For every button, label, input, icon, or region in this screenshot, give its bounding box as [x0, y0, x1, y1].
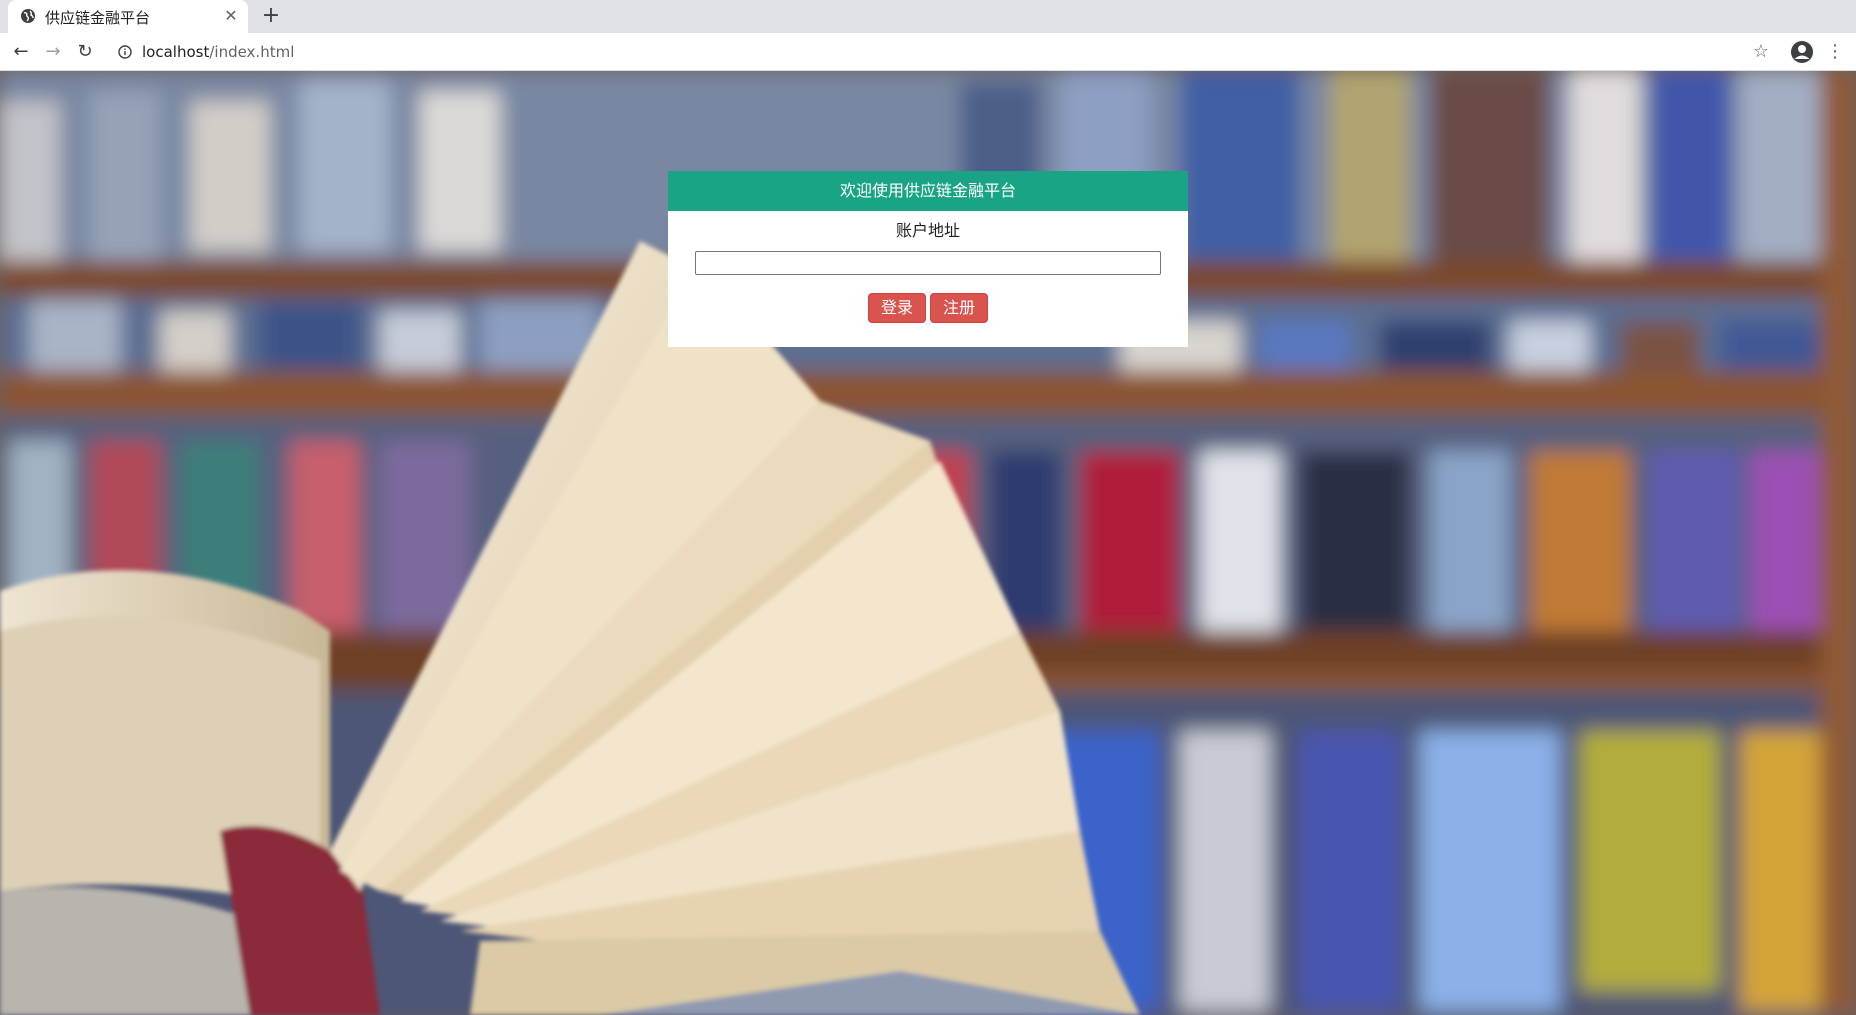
address-label: 账户地址: [895, 221, 960, 240]
url-host: localhost: [142, 43, 210, 61]
address-bar[interactable]: localhost/index.html: [108, 36, 1744, 68]
register-button[interactable]: 注册: [930, 293, 989, 323]
browser-toolbar: ← → ↻ localhost/index.html ☆ ⋮: [0, 33, 1856, 71]
browser-tab[interactable]: 供应链金融平台 ✕: [8, 0, 248, 33]
plus-icon[interactable]: +: [260, 5, 282, 28]
page-viewport: 欢迎使用供应链金融平台 账户地址 登录 注册: [0, 71, 1856, 1015]
url-text[interactable]: localhost/index.html: [142, 43, 294, 61]
info-icon[interactable]: [118, 45, 132, 59]
login-card-header: 欢迎使用供应链金融平台: [668, 171, 1188, 211]
account-icon[interactable]: [1790, 40, 1814, 64]
reload-icon[interactable]: ↻: [74, 41, 96, 63]
login-button[interactable]: 登录: [867, 293, 926, 323]
login-button-row: 登录 注册: [668, 293, 1188, 323]
arrow-left-icon[interactable]: ←: [10, 41, 32, 63]
tab-strip: 供应链金融平台 ✕ +: [0, 0, 1856, 33]
close-icon[interactable]: ✕: [222, 7, 240, 25]
tab-title: 供应链金融平台: [45, 9, 151, 27]
login-card: 欢迎使用供应链金融平台 账户地址 登录 注册: [668, 171, 1188, 347]
kebab-menu-icon[interactable]: ⋮: [1826, 41, 1844, 63]
globe-icon: [21, 9, 35, 23]
star-icon[interactable]: ☆: [1750, 41, 1772, 63]
address-input[interactable]: [695, 251, 1161, 275]
url-path: /index.html: [209, 43, 295, 61]
arrow-right-icon[interactable]: →: [42, 41, 64, 63]
